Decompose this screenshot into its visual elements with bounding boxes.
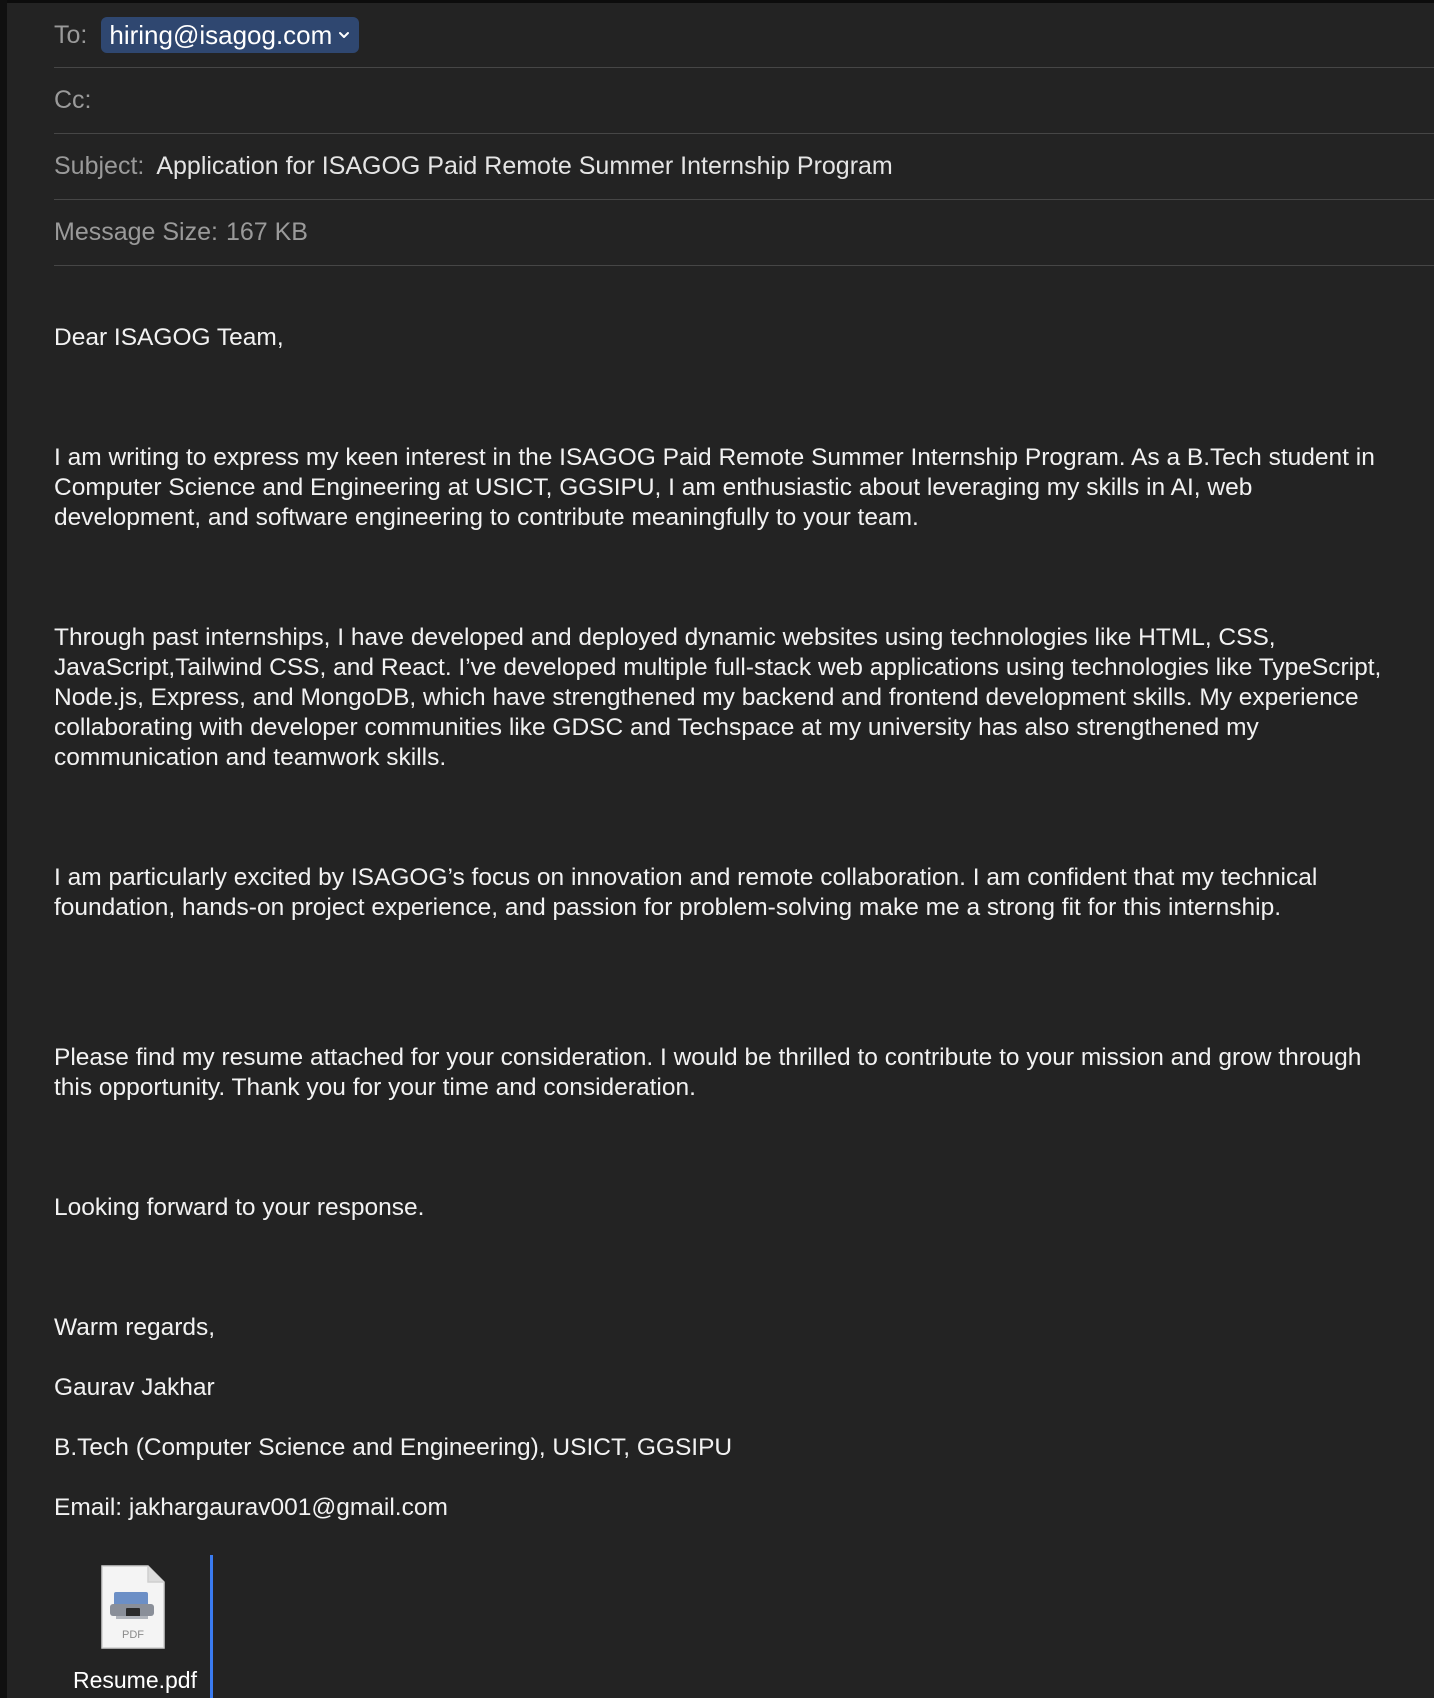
message-size-label: Message Size: [54,218,218,246]
cc-label: Cc: [54,86,92,114]
signoff: Warm regards, [54,1314,216,1341]
pdf-badge: PDF [122,1629,144,1641]
body-paragraph: Please find my resume attached for your … [54,1044,1362,1101]
mail-message-window: To: hiring@isagog.com Cc: Subject: Appli… [0,0,1434,1698]
message-size-value: 167 KB [225,218,308,246]
signature-email: Email: jakhargaurav001@gmail.com [54,1494,448,1521]
subject-value[interactable]: Application for ISAGOG Paid Remote Summe… [156,152,892,181]
pdf-document-icon[interactable]: PDF [100,1564,166,1650]
chevron-down-icon[interactable] [337,28,351,42]
to-row: To: hiring@isagog.com [54,3,1434,68]
recipient-chip[interactable]: hiring@isagog.com [101,17,360,53]
text-cursor [210,1555,213,1698]
body-paragraph: I am particularly excited by ISAGOG’s fo… [54,864,1318,921]
to-label: To: [54,20,88,49]
attachment-filename: Resume.pdf [72,1667,197,1693]
window-left-edge [0,0,7,1698]
body-paragraph: Through past internships, I have develop… [54,624,1382,771]
subject-row: Subject: Application for ISAGOG Paid Rem… [54,134,1434,200]
cc-row[interactable]: Cc: [54,68,1434,134]
closing-line: Looking forward to your response. [54,1194,425,1221]
body-paragraph: I am writing to express my keen interest… [54,444,1375,531]
subject-label: Subject: [54,152,145,180]
attachment-resume[interactable]: PDF Resume.pdf [60,1560,210,1698]
recipient-address: hiring@isagog.com [109,19,333,50]
greeting: Dear ISAGOG Team, [54,324,284,351]
message-size-row: Message Size: 167 KB [54,200,1434,266]
signature-name: Gaurav Jakhar [54,1374,215,1401]
signature-degree: B.Tech (Computer Science and Engineering… [54,1434,733,1461]
